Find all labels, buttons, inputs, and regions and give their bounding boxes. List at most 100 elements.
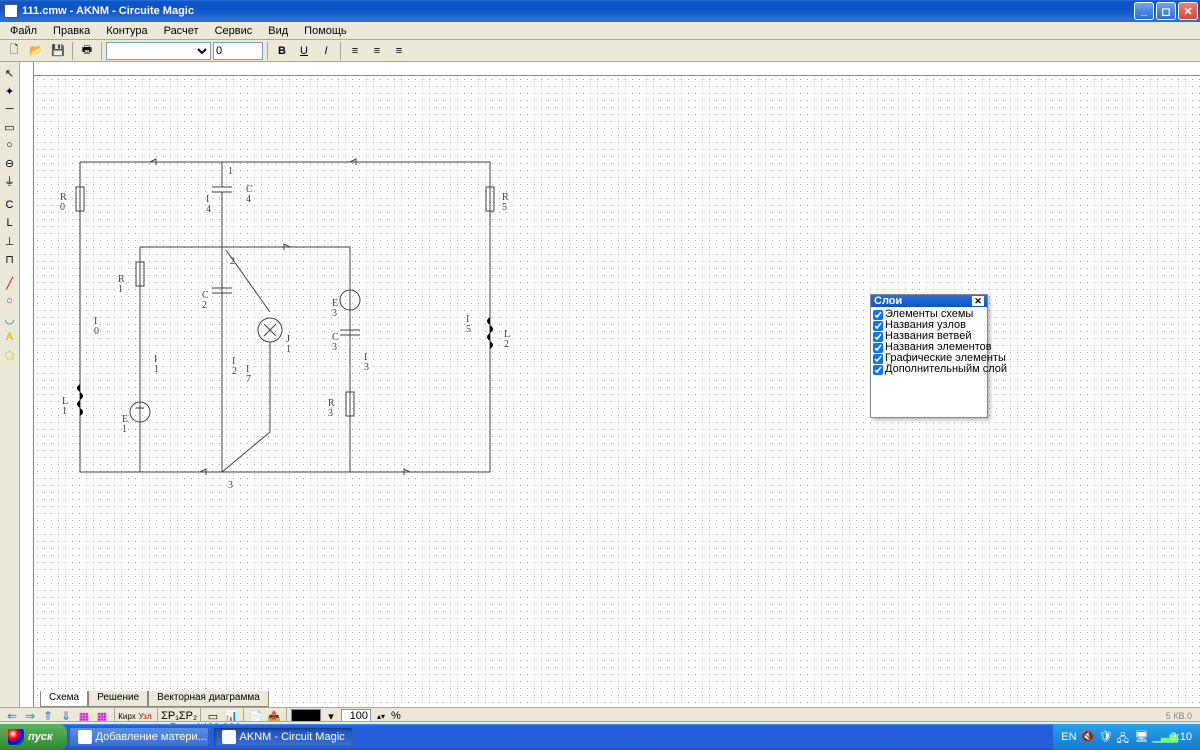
task-icon <box>78 730 92 744</box>
svg-text:3: 3 <box>228 480 233 491</box>
tray-icon[interactable]: 🛡 <box>1099 730 1113 744</box>
clock[interactable]: 3:10 <box>1171 731 1192 743</box>
svg-text:3: 3 <box>364 362 369 373</box>
svg-text:2: 2 <box>202 300 207 311</box>
layer-checkbox[interactable] <box>873 354 883 364</box>
tab-solution[interactable]: Решение <box>88 691 148 707</box>
language-indicator[interactable]: EN <box>1061 731 1076 743</box>
svg-text:2: 2 <box>232 366 237 377</box>
italic-button[interactable]: I <box>316 41 336 61</box>
maximize-button[interactable]: ◻ <box>1156 2 1176 20</box>
svg-text:1: 1 <box>154 364 159 375</box>
canvas[interactable]: R0 1 C4 I4 R5 I5 L2 R1 I0 <box>20 62 1200 707</box>
taskbar-item[interactable]: Добавление матери... <box>69 727 209 747</box>
layers-panel-body: Элементы схемы Названия узлов Названия в… <box>871 307 987 417</box>
bottom-tabs: Схема Решение Векторная диаграмма <box>40 691 269 707</box>
menu-service[interactable]: Сервис <box>209 24 259 38</box>
svg-text:5: 5 <box>502 202 507 213</box>
close-button[interactable]: ✕ <box>1178 2 1198 20</box>
polygon-tool[interactable]: ⬠ <box>1 346 19 364</box>
open-button[interactable] <box>26 41 46 61</box>
tray-signal-icon[interactable]: ▁▃▅ <box>1153 730 1167 744</box>
font-select[interactable] <box>106 42 211 60</box>
tray-icon[interactable]: 🖥 <box>1135 730 1149 744</box>
task-label: AKNM - Circuit Magic <box>240 731 345 743</box>
svg-text:1: 1 <box>118 284 123 295</box>
pointer-tool[interactable]: ↖ <box>1 64 19 82</box>
svg-text:7: 7 <box>246 374 251 385</box>
tab-scheme[interactable]: Схема <box>40 691 88 707</box>
minimize-button[interactable]: _ <box>1134 2 1154 20</box>
ground-tool[interactable]: ⏚ <box>1 172 19 190</box>
svg-text:2: 2 <box>504 339 509 350</box>
layer-checkbox[interactable] <box>873 310 883 320</box>
task-label: Добавление матери... <box>96 731 207 743</box>
ruler-horizontal <box>20 62 1200 76</box>
line-tool[interactable]: ╱ <box>1 274 19 292</box>
ruler-vertical <box>20 62 34 707</box>
emf-tool[interactable]: ○ <box>1 136 19 154</box>
separator <box>72 42 73 60</box>
svg-text:3: 3 <box>332 342 337 353</box>
svg-text:1: 1 <box>286 344 291 355</box>
layers-close-button[interactable]: ✕ <box>972 296 984 306</box>
menu-file[interactable]: Файл <box>4 24 43 38</box>
transformer-tool[interactable]: ⊓ <box>1 250 19 268</box>
align-center-button[interactable]: ≡ <box>367 41 387 61</box>
svg-text:4: 4 <box>206 204 211 215</box>
node-tool[interactable]: ✦ <box>1 82 19 100</box>
text-tool[interactable]: A <box>1 328 19 346</box>
svg-text:0: 0 <box>60 202 65 213</box>
layer-checkbox[interactable] <box>873 332 883 342</box>
menu-contours[interactable]: Контура <box>100 24 153 38</box>
window-controls: _ ◻ ✕ <box>1134 2 1198 20</box>
align-left-button[interactable]: ≡ <box>345 41 365 61</box>
align-right-button[interactable]: ≡ <box>389 41 409 61</box>
menu-edit[interactable]: Правка <box>47 24 96 38</box>
capacitor-tool[interactable]: C <box>1 196 19 214</box>
inductor-tool[interactable]: L <box>1 214 19 232</box>
title-bar: 111.cmw - AKNM - Circuite Magic _ ◻ ✕ <box>0 0 1200 22</box>
layers-panel[interactable]: Слои ✕ Элементы схемы Названия узлов Наз… <box>870 294 988 418</box>
status-filesize: 5 КВ.0 <box>1166 711 1196 721</box>
bold-button[interactable]: B <box>272 41 292 61</box>
left-toolbox: ↖ ✦ ─ ▭ ○ ⊖ ⏚ C L ⊥ ⊓ ╱ ○ ◡ A ⬠ <box>0 62 20 707</box>
resistor-tool[interactable]: ▭ <box>1 118 19 136</box>
svg-text:3: 3 <box>328 408 333 419</box>
save-button[interactable] <box>48 41 68 61</box>
current-tool[interactable]: ⊖ <box>1 154 19 172</box>
tab-vector[interactable]: Векторная диаграмма <box>148 691 269 707</box>
circuit-diagram: R0 1 C4 I4 R5 I5 L2 R1 I0 <box>50 92 550 492</box>
arc-tool[interactable]: ◡ <box>1 310 19 328</box>
menu-help[interactable]: Помощь <box>298 24 353 38</box>
layer-checkbox[interactable] <box>873 343 883 353</box>
layer-checkbox[interactable] <box>873 365 883 375</box>
ellipse-tool[interactable]: ○ <box>1 292 19 310</box>
print-button[interactable] <box>77 41 97 61</box>
workspace: ↖ ✦ ─ ▭ ○ ⊖ ⏚ C L ⊥ ⊓ ╱ ○ ◡ A ⬠ R0 1 <box>0 62 1200 707</box>
task-icon <box>222 730 236 744</box>
svg-text:4: 4 <box>246 194 251 205</box>
svg-text:1: 1 <box>228 166 233 177</box>
tray-icon[interactable]: 🖧 <box>1117 730 1131 744</box>
layers-panel-header[interactable]: Слои ✕ <box>871 295 987 307</box>
start-button[interactable]: пуск <box>0 724 67 750</box>
layer-checkbox[interactable] <box>873 321 883 331</box>
font-size-input[interactable] <box>213 42 263 60</box>
new-button[interactable] <box>4 41 24 61</box>
layers-panel-title: Слои <box>874 295 902 307</box>
underline-button[interactable]: U <box>294 41 314 61</box>
taskbar-item[interactable]: AKNM - Circuit Magic <box>213 727 353 747</box>
svg-text:1: 1 <box>122 424 127 435</box>
app-icon <box>4 4 18 18</box>
system-tray: EN 🔇 🛡 🖧 🖥 ▁▃▅ 3:10 <box>1053 724 1200 750</box>
svg-text:0: 0 <box>94 326 99 337</box>
menu-bar: Файл Правка Контура Расчет Сервис Вид По… <box>0 22 1200 40</box>
wire-tool[interactable]: ─ <box>1 100 19 118</box>
menu-view[interactable]: Вид <box>262 24 294 38</box>
tray-icon[interactable]: 🔇 <box>1081 730 1095 744</box>
separator <box>340 42 341 60</box>
menu-calc[interactable]: Расчет <box>158 24 205 38</box>
start-label: пуск <box>28 731 53 743</box>
mutual-tool[interactable]: ⊥ <box>1 232 19 250</box>
